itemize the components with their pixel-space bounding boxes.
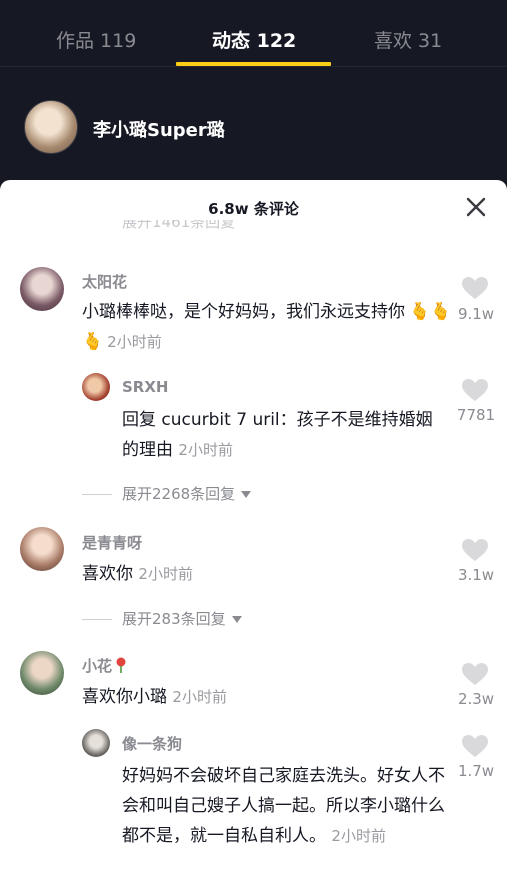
comment-time: 2小时前 xyxy=(138,565,193,583)
tab-dynamics[interactable]: 动态 122 xyxy=(212,26,296,53)
heart-icon[interactable] xyxy=(461,378,489,402)
like-count: 7781 xyxy=(456,406,496,424)
divider-line xyxy=(82,619,112,620)
expand-replies-label: 展开283条回复 xyxy=(122,610,226,628)
avatar[interactable] xyxy=(20,527,64,571)
caret-down-icon xyxy=(231,616,242,623)
avatar[interactable] xyxy=(20,267,64,311)
previous-expand-replies[interactable]: 展开1461条回复 xyxy=(122,220,235,230)
heart-icon[interactable] xyxy=(461,662,489,686)
comment-text: 喜欢你小璐 2小时前 xyxy=(82,687,227,707)
heart-icon[interactable] xyxy=(461,538,489,562)
tab-likes[interactable]: 喜欢 31 xyxy=(374,26,442,53)
reply-text: 回复 cucurbit 7 uril：孩子不是维持婚姻的理由 2小时前 xyxy=(122,410,433,460)
comment-username[interactable]: 小花 xyxy=(82,655,127,676)
like-count: 3.1w xyxy=(457,566,495,584)
reply-username[interactable]: SRXH xyxy=(122,378,168,396)
caret-down-icon xyxy=(241,491,252,498)
expand-replies[interactable]: 展开2268条回复 xyxy=(82,483,252,504)
comment-text: 喜欢你 2小时前 xyxy=(82,564,193,584)
comment-time: 2小时前 xyxy=(172,688,227,706)
comment-time: 2小时前 xyxy=(107,333,162,351)
tab-works[interactable]: 作品 119 xyxy=(56,26,136,53)
heart-icon[interactable] xyxy=(461,734,489,758)
profile-avatar[interactable] xyxy=(24,100,78,154)
profile-name[interactable]: 李小璐Super璐 xyxy=(93,116,225,142)
avatar[interactable] xyxy=(82,373,110,401)
comment-sheet: 6.8w 条评论 展开1461条回复 太阳花 小璐棒棒哒，是个好妈妈，我们永远支… xyxy=(0,180,507,893)
profile-tabs: 作品 119 动态 122 喜欢 31 xyxy=(0,0,507,67)
like-count: 9.1w xyxy=(457,305,495,323)
like-count: 1.7w xyxy=(457,762,495,780)
comment-username[interactable]: 太阳花 xyxy=(82,271,127,292)
close-icon[interactable] xyxy=(462,193,490,221)
like-count: 2.3w xyxy=(457,690,495,708)
divider-line xyxy=(82,494,112,495)
reply-text: 好妈妈不会破坏自己家庭去洗头。好女人不会和叫自己嫂子人搞一起。所以李小璐什么都不… xyxy=(122,766,445,846)
avatar[interactable] xyxy=(82,729,110,757)
expand-replies-label: 展开2268条回复 xyxy=(122,485,236,503)
profile-header: 李小璐Super璐 xyxy=(0,67,507,182)
avatar[interactable] xyxy=(20,651,64,695)
rose-icon xyxy=(116,657,126,673)
active-tab-indicator xyxy=(176,62,331,66)
reply-time: 2小时前 xyxy=(331,827,386,845)
expand-replies[interactable]: 展开283条回复 xyxy=(82,608,242,629)
comment-text: 小璐棒棒哒，是个好妈妈，我们永远支持你 🫰🫰🫰 2小时前 xyxy=(82,302,452,352)
comment-username[interactable]: 是青青呀 xyxy=(82,532,142,553)
comment-count-title: 6.8w 条评论 xyxy=(208,200,299,218)
reply-username[interactable]: 像一条狗 xyxy=(122,733,182,754)
reply-time: 2小时前 xyxy=(178,441,233,459)
heart-icon[interactable] xyxy=(461,276,489,300)
